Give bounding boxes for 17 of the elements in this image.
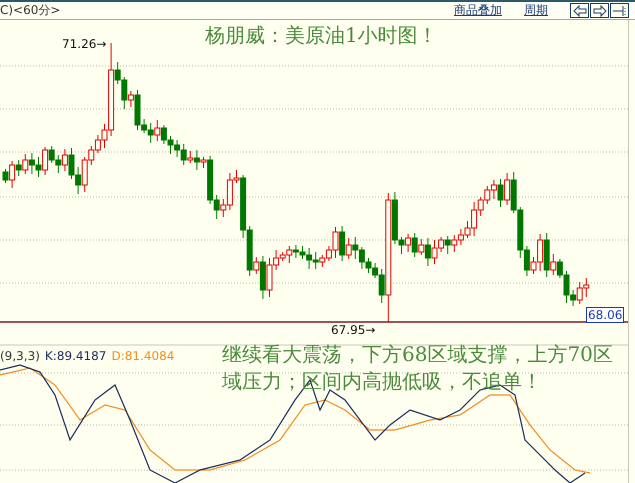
overlay-link[interactable]: 商品叠加 <box>454 2 502 19</box>
scroll-right-button[interactable] <box>590 3 609 18</box>
layout-button[interactable] <box>610 3 629 18</box>
last-price-tag: 68.06 <box>586 307 624 323</box>
split-panel-icon <box>612 4 628 16</box>
low-price-label: 67.95→ <box>331 323 376 337</box>
scroll-left-button[interactable] <box>570 3 589 18</box>
left-arrow-icon <box>572 4 588 16</box>
analysis-comment: 继续看大震荡，下方68区域支撑，上方70区域压力；区间内高抛低吸，不追单！ <box>222 341 614 395</box>
k-value: K:89.4187 <box>44 349 106 363</box>
high-price-label: 71.26→ <box>62 37 106 51</box>
period-link[interactable]: 周期 <box>524 2 548 19</box>
chart-period-label: C)<60分> <box>0 2 60 19</box>
right-arrow-icon <box>592 4 608 16</box>
indicator-name: (9,3,3) <box>0 349 40 363</box>
chart-title: 杨朋威：美原油1小时图！ <box>205 22 438 49</box>
d-value: D:81.4084 <box>111 349 174 363</box>
